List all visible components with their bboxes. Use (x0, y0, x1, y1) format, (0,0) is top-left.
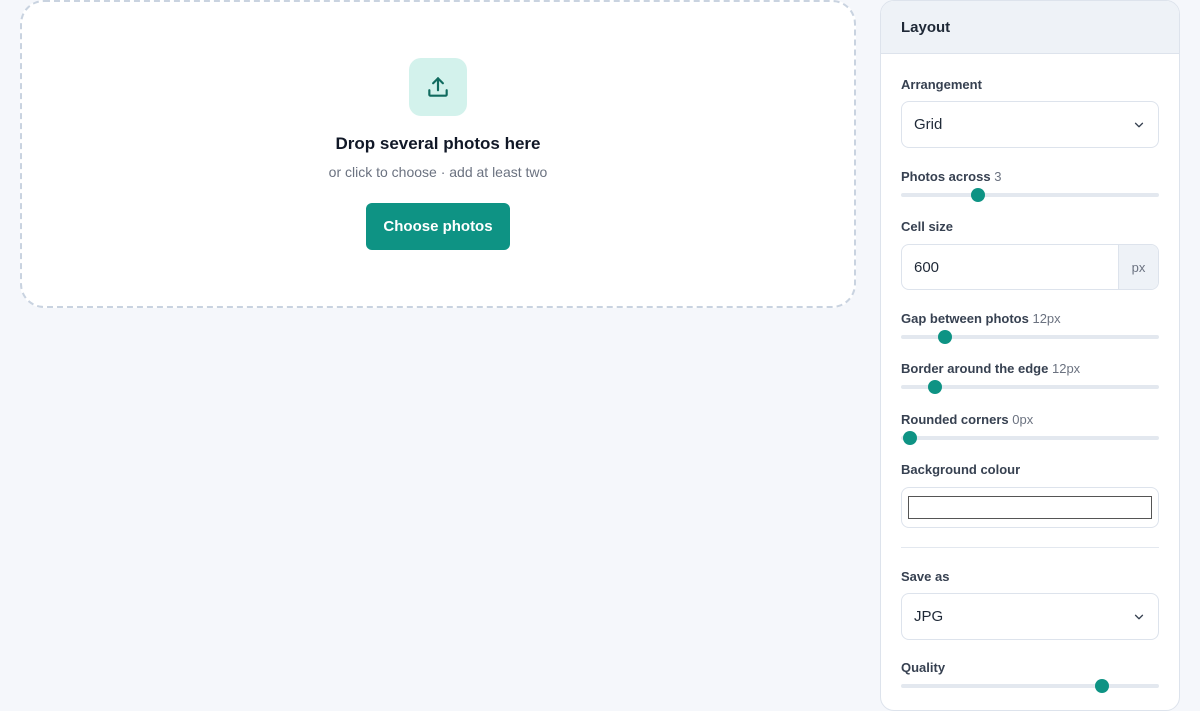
panel-title: Layout (881, 1, 1179, 54)
cell-size-unit: px (1118, 245, 1158, 289)
gap-label: Gap between photos 12px (901, 311, 1061, 326)
cell-size-value[interactable]: 600 (902, 245, 1118, 289)
chevron-down-icon (1134, 614, 1144, 619)
border-slider[interactable] (901, 380, 1159, 394)
divider (901, 547, 1159, 548)
corners-label-text: Rounded corners (901, 412, 1009, 427)
slider-thumb[interactable] (927, 380, 942, 394)
arrangement-label: Arrangement (901, 77, 982, 92)
dropzone-subtitle: or click to choose · add at least two (328, 164, 548, 180)
border-label-text: Border around the edge (901, 361, 1049, 376)
background-colour-label: Background colour (901, 462, 1021, 477)
slider-thumb[interactable] (971, 188, 986, 202)
quality-label: Quality (901, 660, 946, 675)
corners-label: Rounded corners 0px (901, 412, 1033, 427)
slider-thumb[interactable] (1095, 679, 1110, 693)
border-value: 12px (1051, 361, 1081, 376)
slider-thumb[interactable] (903, 431, 918, 445)
slider-track (901, 193, 1159, 197)
cell-size-input[interactable]: 600 px (901, 244, 1159, 290)
gap-label-text: Gap between photos (901, 311, 1029, 326)
background-colour-picker[interactable] (901, 487, 1159, 528)
photo-dropzone[interactable]: Drop several photos here or click to cho… (20, 0, 856, 308)
gap-value: 12px (1032, 311, 1061, 326)
save-as-select[interactable]: JPG (901, 593, 1159, 640)
photos-across-value: 3 (994, 169, 1002, 184)
photos-across-label: Photos across 3 (901, 169, 1001, 184)
gap-slider[interactable] (901, 330, 1159, 344)
border-label: Border around the edge 12px (901, 361, 1080, 376)
save-as-value: JPG (914, 608, 944, 625)
slider-track (901, 436, 1159, 440)
choose-photos-button[interactable]: Choose photos (366, 203, 510, 250)
slider-thumb[interactable] (937, 330, 952, 344)
corners-slider[interactable] (901, 431, 1159, 445)
arrangement-select[interactable]: Grid (901, 101, 1159, 148)
quality-slider[interactable] (901, 679, 1159, 693)
save-as-label: Save as (901, 569, 950, 584)
layout-panel: Layout Arrangement Grid Photos across 3 … (880, 0, 1180, 711)
chevron-down-icon (1134, 122, 1144, 127)
colour-swatch (908, 496, 1152, 519)
upload-icon (409, 58, 467, 116)
dropzone-title: Drop several photos here (335, 134, 541, 153)
slider-track (901, 684, 1159, 688)
photos-across-slider[interactable] (901, 188, 1159, 202)
cell-size-label: Cell size (901, 219, 954, 234)
arrangement-value: Grid (914, 116, 943, 133)
corners-value: 0px (1012, 412, 1034, 427)
photos-across-label-text: Photos across (901, 169, 991, 184)
